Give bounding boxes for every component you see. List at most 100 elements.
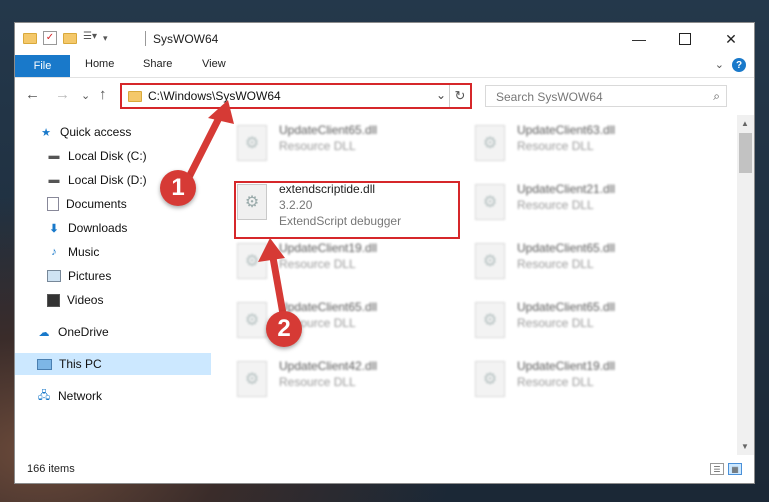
music-icon: ♪ xyxy=(51,246,57,258)
tiles-view-icon[interactable]: ▦ xyxy=(728,463,742,475)
file-name: UpdateClient19.dll xyxy=(517,359,616,373)
nav-item-downloads[interactable]: ⬇ Downloads 📌 xyxy=(15,217,242,239)
forward-icon[interactable]: → xyxy=(55,86,70,103)
file-item[interactable]: ⚙ UpdateClient21.dll Resource DLL xyxy=(469,176,689,226)
file-name: UpdateClient21.dll xyxy=(517,182,616,196)
window-title: SysWOW64 xyxy=(153,32,219,46)
nav-item-local-disk-d[interactable]: ▬ Local Disk (D:) 📌 xyxy=(15,169,242,191)
file-type: Resource DLL xyxy=(279,375,356,389)
file-type: Resource DLL xyxy=(517,375,594,389)
nav-item-this-pc[interactable]: This PC xyxy=(15,353,232,375)
title-separator xyxy=(145,31,146,46)
file-name: UpdateClient42.dll xyxy=(279,359,378,373)
star-icon: ★ xyxy=(41,126,51,139)
step-1-badge: 1 xyxy=(160,170,196,206)
nav-item-music[interactable]: ♪ Music 📌 xyxy=(15,241,242,263)
address-path[interactable]: C:\Windows\SysWOW64 xyxy=(148,89,281,103)
dll-file-icon: ⚙ xyxy=(237,243,267,279)
search-icon[interactable]: ⌕ xyxy=(713,89,720,104)
tab-share[interactable]: Share xyxy=(143,58,172,70)
dll-file-icon: ⚙ xyxy=(237,125,267,161)
address-bar[interactable]: C:\Windows\SysWOW64 ⌄ ↻ xyxy=(120,83,472,109)
properties-icon[interactable]: ✓ xyxy=(43,31,57,45)
file-item[interactable]: ⚙ UpdateClient63.dll Resource DLL xyxy=(469,117,689,167)
dll-file-icon: ⚙ xyxy=(475,184,505,220)
nav-item-label: OneDrive xyxy=(58,325,109,339)
file-name: UpdateClient65.dll xyxy=(517,241,616,255)
minimize-icon: — xyxy=(632,31,646,47)
tab-view[interactable]: View xyxy=(202,58,226,70)
title-bar: ✓ ☰▾ ▾ SysWOW64 — ✕ xyxy=(15,23,754,55)
quick-access-toolbar: ✓ ☰▾ ▾ xyxy=(23,31,108,45)
file-item[interactable]: ⚙ UpdateClient65.dll Resource DLL xyxy=(469,235,689,285)
file-type: Resource DLL xyxy=(517,257,594,271)
nav-item-videos[interactable]: Videos 📌 xyxy=(15,289,242,311)
drive-icon: ▬ xyxy=(48,174,60,186)
file-name: UpdateClient65.dll xyxy=(279,300,378,314)
details-view-icon[interactable]: ☰ xyxy=(710,463,724,475)
file-item[interactable]: ⚙ UpdateClient65.dll Resource DLL xyxy=(469,294,689,344)
chevron-down-icon[interactable]: ▾ xyxy=(103,33,108,44)
file-item[interactable]: ⚙ UpdateClient65.dll Resource DLL xyxy=(231,294,451,344)
nav-item-network[interactable]: 🖧 Network xyxy=(15,385,232,407)
videos-icon xyxy=(47,293,60,307)
recent-locations-icon[interactable]: ⌄ xyxy=(81,89,90,102)
dll-file-icon: ⚙ xyxy=(237,302,267,338)
dll-file-icon: ⚙ xyxy=(237,361,267,397)
nav-item-label: Local Disk (D:) xyxy=(68,173,147,187)
dll-file-icon: ⚙ xyxy=(475,125,505,161)
tab-home[interactable]: Home xyxy=(85,58,114,70)
nav-item-label: Documents xyxy=(66,197,127,211)
nav-item-label: Downloads xyxy=(68,221,128,235)
minimize-button[interactable]: — xyxy=(616,23,662,55)
nav-item-label: Network xyxy=(58,389,103,403)
ribbon-expand-icon[interactable]: ⌄ xyxy=(715,58,724,71)
file-name: UpdateClient65.dll xyxy=(279,123,378,137)
file-name: UpdateClient19.dll xyxy=(279,241,378,255)
file-explorer-window: ✓ ☰▾ ▾ SysWOW64 — ✕ File Home Share View… xyxy=(14,22,755,484)
file-list: ⚙ UpdateClient65.dll Resource DLL ⚙ Upda… xyxy=(211,115,736,455)
navigation-pane: ★ Quick access ▬ Local Disk (C:) 📌 ▬ Loc… xyxy=(15,115,236,455)
file-item[interactable]: ⚙ UpdateClient42.dll Resource DLL xyxy=(231,353,451,403)
item-count: 166 items xyxy=(27,463,75,475)
file-name: UpdateClient65.dll xyxy=(517,300,616,314)
file-item[interactable]: ⚙ UpdateClient19.dll Resource DLL xyxy=(469,353,689,403)
file-type: Resource DLL xyxy=(517,198,594,212)
file-type: Resource DLL xyxy=(279,257,356,271)
nav-item-label: Videos xyxy=(67,293,104,307)
refresh-icon[interactable]: ↻ xyxy=(449,85,470,107)
folder-icon xyxy=(23,32,37,44)
file-item[interactable]: ⚙ UpdateClient65.dll Resource DLL xyxy=(231,117,451,167)
scrollbar-thumb[interactable] xyxy=(739,133,752,173)
maximize-button[interactable] xyxy=(662,23,708,55)
nav-item-label: This PC xyxy=(59,357,102,371)
nav-item-local-disk-c[interactable]: ▬ Local Disk (C:) 📌 xyxy=(15,145,242,167)
nav-item-quick-access[interactable]: ★ Quick access xyxy=(15,121,234,143)
customize-toolbar-icon[interactable]: ☰▾ xyxy=(83,31,97,45)
nav-item-onedrive[interactable]: ☁ OneDrive xyxy=(15,321,232,343)
file-type: Resource DLL xyxy=(517,139,594,153)
vertical-scrollbar[interactable]: ▲ ▼ xyxy=(737,115,754,455)
nav-item-pictures[interactable]: Pictures 📌 xyxy=(15,265,242,287)
dll-file-icon: ⚙ xyxy=(475,361,505,397)
scroll-up-icon[interactable]: ▲ xyxy=(741,119,749,128)
close-icon: ✕ xyxy=(725,30,737,47)
tab-file[interactable]: File xyxy=(15,55,70,77)
maximize-icon xyxy=(679,33,691,45)
search-input[interactable]: Search SysWOW64 ⌕ xyxy=(485,85,727,107)
step-2-badge: 2 xyxy=(266,311,302,347)
scroll-down-icon[interactable]: ▼ xyxy=(741,442,749,451)
chevron-down-icon[interactable]: ⌄ xyxy=(436,88,446,102)
help-icon[interactable]: ? xyxy=(732,58,746,72)
document-icon xyxy=(47,197,59,211)
new-folder-icon[interactable] xyxy=(63,32,77,44)
file-item[interactable]: ⚙ UpdateClient19.dll Resource DLL xyxy=(231,235,451,285)
close-button[interactable]: ✕ xyxy=(708,23,754,55)
back-icon[interactable]: ← xyxy=(25,86,40,103)
nav-item-documents[interactable]: Documents 📌 xyxy=(15,193,242,215)
view-switcher: ☰ ▦ xyxy=(710,463,742,475)
ribbon-tabs: File Home Share View ⌄ ? xyxy=(15,55,754,78)
cloud-icon: ☁ xyxy=(38,326,50,339)
up-icon[interactable]: ↑ xyxy=(99,86,107,103)
network-icon: 🖧 xyxy=(37,389,51,402)
